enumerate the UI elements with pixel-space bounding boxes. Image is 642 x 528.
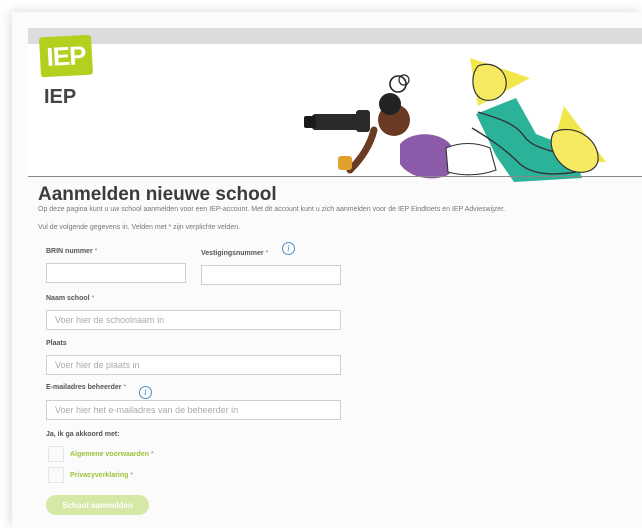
email-input[interactable] bbox=[46, 400, 341, 420]
naam-school-input[interactable] bbox=[46, 310, 341, 330]
privacy-link[interactable]: Privacyverklaring * bbox=[70, 472, 133, 479]
binoculars-icon bbox=[312, 114, 360, 130]
brand-name: IEP bbox=[44, 86, 77, 108]
plaats-input[interactable] bbox=[46, 355, 341, 375]
iep-logo[interactable]: IEP bbox=[38, 34, 94, 78]
brin-input[interactable] bbox=[46, 263, 186, 283]
header-divider bbox=[28, 176, 642, 177]
instructions-text: Vul de volgende gegevens in. Velden met … bbox=[38, 224, 241, 231]
plaats-label: Plaats bbox=[46, 340, 67, 347]
email-label: E-mailadres beheerder * bbox=[46, 384, 127, 391]
shoe-top bbox=[472, 63, 507, 101]
email-info-icon[interactable]: i bbox=[139, 386, 152, 399]
bracelet bbox=[338, 156, 352, 170]
privacy-checkbox[interactable] bbox=[48, 467, 64, 483]
logo-text: IEP bbox=[45, 39, 87, 72]
brin-label: BRIN nummer * bbox=[46, 248, 98, 255]
submit-button[interactable]: School aanmelden bbox=[46, 495, 149, 515]
vestigingsnummer-label: Vestigingsnummer * bbox=[201, 250, 269, 257]
naam-school-label: Naam school * bbox=[46, 295, 95, 302]
hero-illustration bbox=[304, 58, 606, 182]
terms-link[interactable]: Algemene voorwaarden * bbox=[70, 451, 154, 458]
vestigingsnummer-info-icon[interactable]: i bbox=[282, 242, 295, 255]
page-title: Aanmelden nieuwe school bbox=[38, 184, 277, 205]
vestigingsnummer-input[interactable] bbox=[201, 265, 341, 285]
terms-checkbox[interactable] bbox=[48, 446, 64, 462]
agree-heading: Ja, ik ga akkoord met: bbox=[46, 431, 120, 438]
top-bar bbox=[28, 28, 642, 44]
intro-text: Op deze pagina kunt u uw school aanmelde… bbox=[38, 206, 506, 213]
